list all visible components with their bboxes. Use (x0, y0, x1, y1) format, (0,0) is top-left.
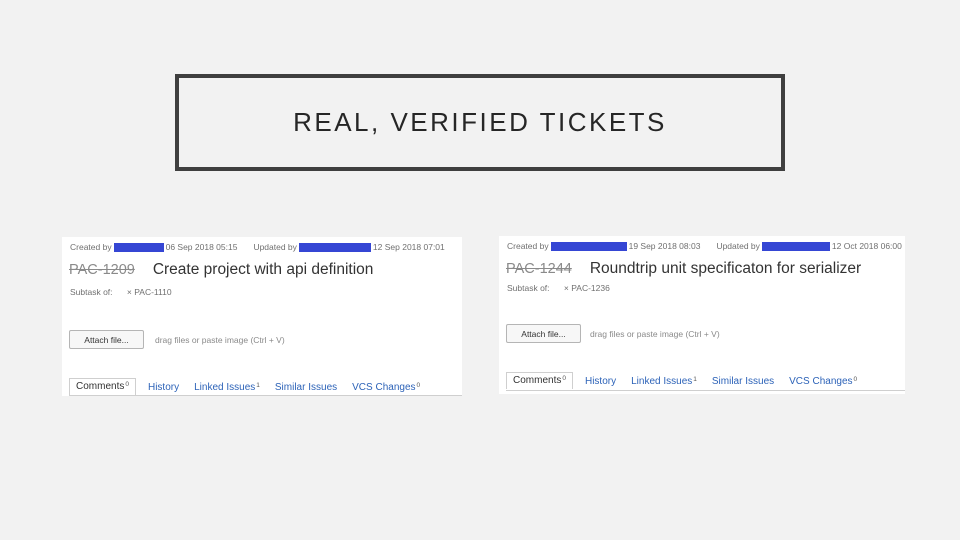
tab-label: VCS Changes (789, 376, 853, 387)
subtask-label: Subtask of: (70, 287, 113, 297)
tab-comments[interactable]: Comments0 (506, 372, 573, 389)
tab-label: Comments (76, 381, 125, 392)
tab-label: Similar Issues (274, 382, 338, 393)
issue-key[interactable]: PAC-1244 (506, 261, 572, 277)
tab-count: 0 (416, 382, 421, 389)
drop-hint: drag files or paste image (Ctrl + V) (590, 329, 720, 339)
tab-divider (69, 395, 462, 396)
subtask-row: Subtask of: × PAC-1236 (507, 283, 610, 293)
issue-summary[interactable]: Roundtrip unit specificaton for serializ… (590, 260, 861, 278)
tab-label: History (584, 376, 617, 387)
attach-file-button[interactable]: Attach file... (506, 324, 581, 343)
updated-by-label: Updated by (716, 241, 760, 251)
subtask-label: Subtask of: (507, 283, 550, 293)
tab-vcs-changes[interactable]: VCS Changes0 (789, 374, 857, 389)
issue-key[interactable]: PAC-1209 (69, 262, 135, 278)
tab-similar-issues[interactable]: Similar Issues (275, 380, 337, 395)
tab-label: Linked Issues (194, 382, 256, 393)
tab-count: 0 (853, 376, 858, 383)
drop-hint: drag files or paste image (Ctrl + V) (155, 335, 285, 345)
tab-label: Comments (513, 375, 562, 386)
tab-history[interactable]: History (148, 380, 179, 395)
title-frame: REAL, VERIFIED TICKETS (175, 74, 785, 171)
updated-date: 12 Oct 2018 06:00 (831, 241, 902, 251)
parent-issue-link[interactable]: × PAC-1236 (564, 283, 610, 293)
ticket-tabs: Comments0 History Linked Issues1 Similar… (69, 378, 435, 395)
tab-label: Linked Issues (631, 376, 693, 387)
issue-heading: PAC-1244 Roundtrip unit specificaton for… (506, 260, 861, 278)
subtask-row: Subtask of: × PAC-1110 (70, 287, 172, 297)
created-date: 19 Sep 2018 08:03 (628, 241, 701, 251)
tab-history[interactable]: History (585, 374, 616, 389)
redacted-updater (298, 242, 371, 252)
ticket-tabs: Comments0 History Linked Issues1 Similar… (506, 372, 872, 389)
slide-title: REAL, VERIFIED TICKETS (293, 107, 667, 137)
updated-by-label: Updated by (253, 242, 297, 252)
tab-comments[interactable]: Comments0 (69, 378, 136, 395)
updated-date: 12 Sep 2018 07:01 (372, 242, 445, 252)
created-date: 06 Sep 2018 05:15 (165, 242, 238, 252)
redacted-author (113, 242, 164, 252)
issue-heading: PAC-1209 Create project with api definit… (69, 261, 373, 279)
ticket-screenshot-1: Created by 06 Sep 2018 05:15 Updated by … (62, 237, 462, 396)
tab-count: 1 (256, 382, 260, 389)
parent-issue-link[interactable]: × PAC-1110 (127, 287, 172, 297)
tab-count: 0 (562, 375, 566, 382)
redacted-updater (761, 241, 830, 251)
created-by-label: Created by (70, 242, 112, 252)
attach-file-button[interactable]: Attach file... (69, 330, 144, 349)
tab-similar-issues[interactable]: Similar Issues (712, 374, 774, 389)
ticket-meta: Created by 19 Sep 2018 08:03 Updated by … (507, 241, 905, 251)
ticket-meta: Created by 06 Sep 2018 05:15 Updated by … (70, 242, 461, 252)
tab-count: 0 (125, 381, 129, 388)
ticket-screenshot-2: Created by 19 Sep 2018 08:03 Updated by … (499, 236, 905, 394)
redacted-author (550, 241, 627, 251)
tab-vcs-changes[interactable]: VCS Changes0 (352, 380, 420, 395)
tab-linked-issues[interactable]: Linked Issues1 (194, 380, 260, 395)
tab-label: History (147, 382, 180, 393)
tab-label: VCS Changes (352, 382, 416, 393)
created-by-label: Created by (507, 241, 549, 251)
tab-divider (506, 390, 905, 391)
tab-label: Similar Issues (711, 376, 775, 387)
tab-count: 1 (693, 376, 697, 383)
tab-linked-issues[interactable]: Linked Issues1 (631, 374, 697, 389)
issue-summary[interactable]: Create project with api definition (153, 261, 374, 279)
